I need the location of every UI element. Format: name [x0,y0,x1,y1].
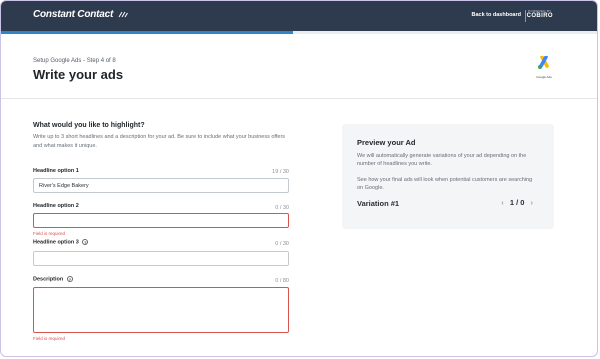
google-ads-icon [538,55,549,69]
headline-1-label: Headline option 1 [33,168,79,174]
section-description: Write up to 3 short headlines and a desc… [33,134,286,149]
headline-1-input[interactable] [33,178,289,193]
headline-2-label-text: Headline option 2 [33,203,79,209]
back-to-dashboard-link[interactable]: Back to dashboard [471,12,521,18]
description-textarea[interactable] [33,287,289,333]
preview-title: Preview your Ad [357,138,416,147]
description-label: Description ? [33,276,73,282]
description-label-text: Description [33,276,64,283]
top-bar: Constant Contact Back to dashboard POWER… [1,1,597,31]
variation-label: Variation #1 [357,199,400,208]
google-ads-label: Google Ads [536,75,552,79]
brand-mark-icon [118,11,128,18]
variation-pager: ‹ 1 / 0 › [497,198,537,207]
headline-2-error: Field is required [33,231,66,236]
description-help-icon[interactable]: ? [66,276,73,282]
headline-3-help-icon[interactable]: ? [82,239,89,245]
headline-2-label: Headline option 2 [33,203,79,209]
prev-variation-icon[interactable]: ‹ [497,198,508,207]
headline-2-input[interactable] [33,213,289,228]
brand-logo[interactable]: Constant Contact [33,9,128,20]
title-divider [1,98,597,99]
description-error: Field is required [33,336,66,341]
next-variation-icon[interactable]: › [527,198,538,207]
headline-1-label-text: Headline option 1 [33,168,79,174]
partner-name: COBIRO [526,13,553,19]
preview-description: We will automatically generate variation… [357,153,527,167]
headline-3-counter: 0 / 30 [275,241,289,247]
powered-by-badge: POWERED BY COBIRO [527,9,553,19]
preview-note: See how your final ads will look when po… [357,177,533,191]
headline-1-counter: 19 / 30 [272,169,289,175]
headline-3-input[interactable] [33,251,289,266]
headline-3-label-text: Headline option 3 [33,239,79,246]
brand-name: Constant Contact [33,9,114,20]
progress-fill [1,31,294,34]
google-ads-logo: Google Ads [533,55,555,83]
description-counter: 0 / 80 [275,278,289,284]
step-indicator: Setup Google Ads - Step 4 of 8 [33,58,116,64]
page-title: Write your ads [33,67,124,82]
headline-3-label: Headline option 3 ? [33,239,89,246]
app-frame: Constant Contact Back to dashboard POWER… [0,0,598,357]
progress-bar [1,31,597,34]
section-title: What would you like to highlight? [33,122,145,129]
variation-count: 1 / 0 [509,198,525,207]
preview-card: Preview your Ad We will automatically ge… [342,124,554,229]
headline-2-counter: 0 / 30 [275,205,289,211]
